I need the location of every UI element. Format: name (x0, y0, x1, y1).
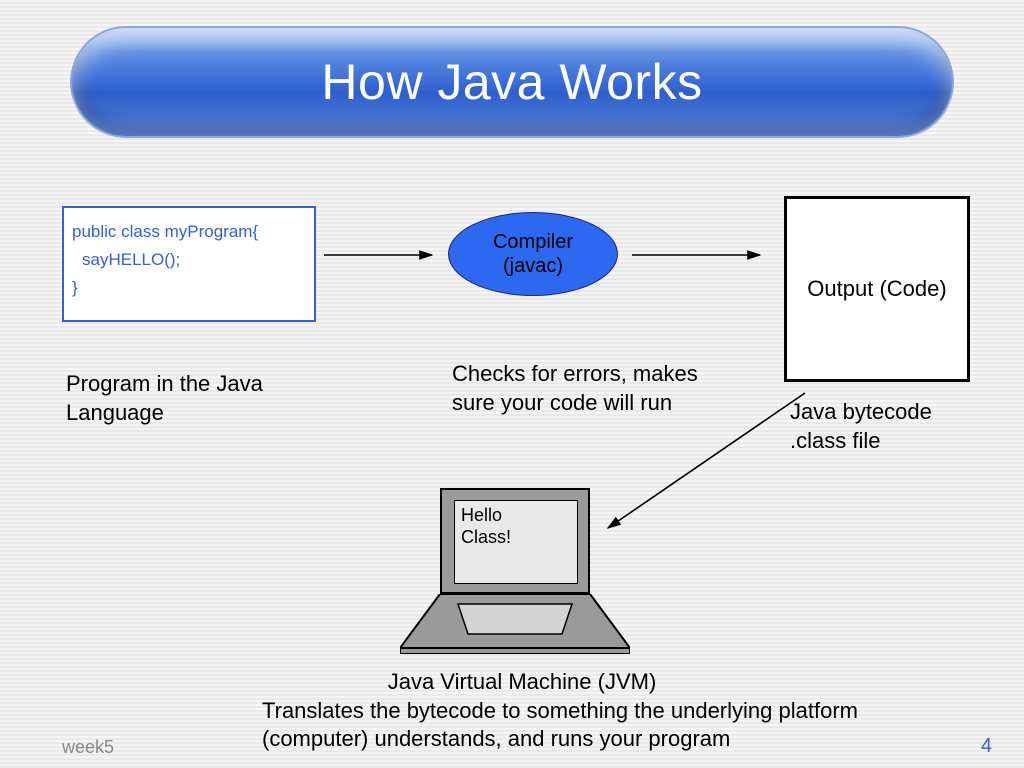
bytecode-caption: Java bytecode .class file (790, 398, 990, 455)
slide-title-pill: How Java Works (72, 28, 952, 136)
laptop-screen: Hello Class! (454, 500, 578, 584)
compiler-node: Compiler (javac) (448, 212, 618, 296)
arrow-code-to-compiler (322, 240, 442, 270)
footer-page-number: 4 (981, 735, 992, 758)
slide-title: How Java Works (321, 53, 702, 111)
compiler-caption: Checks for errors, makes sure your code … (452, 360, 732, 417)
laptop-icon: Hello Class! (400, 488, 630, 658)
arrow-compiler-to-output (630, 240, 770, 270)
output-box: Output (Code) (784, 196, 970, 382)
code-line-1: public class myProgram{ (72, 218, 306, 246)
output-label: Output (Code) (807, 276, 946, 302)
jvm-line-2: Translates the bytecode to something the… (262, 697, 962, 754)
footer-week: week5 (62, 737, 114, 758)
jvm-caption: Java Virtual Machine (JVM) Translates th… (262, 668, 962, 754)
screen-text-1: Hello (461, 505, 571, 527)
code-line-3: } (72, 274, 306, 302)
code-line-2: sayHELLO(); (72, 246, 306, 274)
compiler-label-1: Compiler (493, 230, 573, 254)
laptop-base (400, 594, 630, 654)
compiler-label-2: (javac) (503, 254, 563, 278)
source-code-box: public class myProgram{ sayHELLO(); } (62, 206, 316, 322)
jvm-line-1: Java Virtual Machine (JVM) (262, 668, 782, 697)
laptop-screen-frame: Hello Class! (440, 488, 590, 594)
program-caption: Program in the Java Language (66, 370, 326, 427)
slide: How Java Works public class myProgram{ s… (0, 0, 1024, 768)
screen-text-2: Class! (461, 527, 571, 549)
